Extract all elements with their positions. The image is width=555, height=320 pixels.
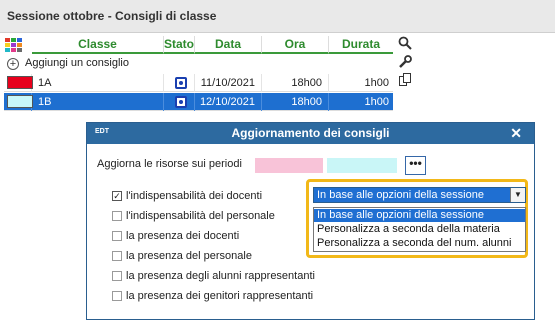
option-label: la presenza dei genitori rappresentanti (126, 290, 314, 302)
mode-select[interactable]: In base alle opzioni della sessione ▼ (313, 187, 526, 203)
cell-data: 11/10/2021 (195, 74, 262, 92)
search-icon[interactable] (396, 36, 414, 52)
cell-durata: 1h00 (364, 77, 389, 89)
cell-classe: 1B (32, 93, 164, 111)
copy-icon[interactable] (396, 73, 414, 89)
table-row[interactable]: 1A 11/10/2021 18h00 1h00 (4, 74, 393, 92)
add-icon: + (7, 58, 19, 70)
dialog-title: Aggiornamento dei consigli (231, 126, 390, 140)
mode-select-options: In base alle opzioni della sessione Pers… (313, 207, 526, 252)
cell-classe: 1A (32, 74, 164, 92)
window-title: Sessione ottobre - Consigli di classe (0, 0, 555, 33)
option-label: l'indispensabilità dei docenti (126, 190, 263, 202)
select-option[interactable]: Personalizza a seconda del num. alunni (314, 237, 525, 250)
status-icon[interactable] (175, 77, 187, 89)
cell-data: 12/10/2021 (195, 93, 262, 111)
option-label: la presenza degli alunni rappresentanti (126, 270, 315, 282)
color-palette-icon[interactable] (4, 37, 26, 54)
period-box-2[interactable] (327, 158, 397, 173)
option-label: la presenza dei docenti (126, 230, 240, 242)
select-option[interactable]: In base alle opzioni della sessione (314, 209, 525, 222)
checkbox[interactable] (112, 251, 122, 261)
cell-ora: 18h00 (262, 74, 329, 92)
option-label: l'indispensabilità del personale (126, 210, 275, 222)
cell-durata: 1h00 (364, 96, 389, 108)
header-ora[interactable]: Ora (262, 36, 329, 54)
checkbox[interactable]: ✓ (112, 191, 122, 201)
periods-label: Aggiorna le risorse sui periodi (97, 158, 242, 170)
header-stato[interactable]: Stato (164, 36, 195, 54)
header-data[interactable]: Data (195, 36, 262, 54)
checkbox[interactable] (112, 231, 122, 241)
status-icon[interactable] (175, 96, 187, 108)
wrench-icon[interactable] (396, 55, 414, 71)
table-row-selected[interactable]: 1B 12/10/2021 18h00 1h00 (4, 93, 393, 111)
checkbox[interactable] (112, 211, 122, 221)
chevron-down-icon[interactable]: ▼ (510, 188, 525, 202)
more-periods-button[interactable]: ••• (405, 156, 426, 175)
checkbox[interactable] (112, 271, 122, 281)
select-option[interactable]: Personalizza a seconda della materia (314, 223, 525, 236)
close-icon[interactable]: ✕ (510, 123, 522, 144)
checkbox[interactable] (112, 291, 122, 301)
cell-ora: 18h00 (262, 93, 329, 111)
dialog-header: EDT Aggiornamento dei consigli ✕ (87, 123, 534, 144)
class-color-swatch (7, 76, 33, 89)
add-council-row[interactable]: + Aggiungi un consiglio (4, 56, 393, 72)
mode-select-value: In base alle opzioni della sessione (317, 189, 484, 201)
header-classe[interactable]: Classe (32, 36, 164, 54)
add-council-label: Aggiungi un consiglio (25, 57, 129, 69)
period-box-1[interactable] (255, 158, 323, 173)
option-label: la presenza del personale (126, 250, 252, 262)
class-color-swatch (7, 95, 33, 108)
header-durata[interactable]: Durata (329, 36, 393, 54)
